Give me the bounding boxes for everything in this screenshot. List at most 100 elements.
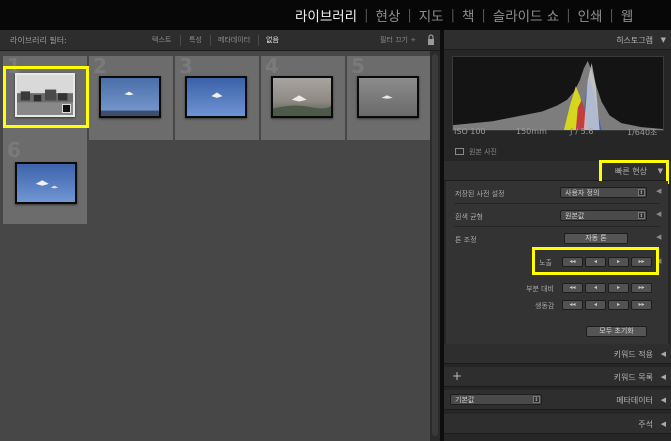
grid-cell[interactable]: 3 xyxy=(175,54,259,140)
original-photo-label: 원본 사진 xyxy=(469,148,497,156)
cell-number: 2 xyxy=(93,54,107,78)
collapse-triangle-icon[interactable]: ▼ xyxy=(661,36,666,44)
grid-cell[interactable]: 5 xyxy=(347,54,431,140)
expand-left-icon[interactable]: ◀ xyxy=(661,396,666,404)
expand-left-icon[interactable]: ◀ xyxy=(661,420,666,428)
iso-value: ISO 100 xyxy=(454,127,486,136)
keyword-list-title: 키워드 목록 xyxy=(613,373,653,382)
comments-header[interactable]: 주석 ◀ xyxy=(444,414,671,434)
module-book[interactable]: 책 xyxy=(462,5,474,25)
filter-text-button[interactable]: 텍스트 xyxy=(152,35,171,45)
saved-preset-value: 사용자 정의 xyxy=(565,189,600,197)
module-separator: | xyxy=(450,7,455,23)
module-slideshow[interactable]: 슬라이드 쇼 xyxy=(493,5,559,25)
aperture-value: ƒ / 5.6 xyxy=(570,127,594,136)
row-divider xyxy=(454,203,660,204)
vibrance-decrease-button[interactable]: ◂ xyxy=(585,300,606,310)
histogram-title: 히스토그램 xyxy=(616,36,653,45)
histogram-header[interactable]: 히스토그램 ▼ xyxy=(444,30,671,50)
grid-cell[interactable]: 6 xyxy=(3,138,87,224)
thumbnail-grid: 1 2 3 4 5 6 xyxy=(0,51,431,441)
library-filter-bar: 라이브러리 필터: 텍스트 특성 메타데이터 없음 필터 끄기 ÷ xyxy=(0,30,440,51)
filter-divider xyxy=(210,35,211,46)
grid-view: 라이브러리 필터: 텍스트 특성 메타데이터 없음 필터 끄기 ÷ 1 2 3 … xyxy=(0,30,440,441)
expand-left-icon[interactable]: ◀ xyxy=(661,350,666,358)
focal-length-value: 150mm xyxy=(516,127,547,136)
thumbnail-image[interactable] xyxy=(15,162,77,204)
module-separator: | xyxy=(481,7,486,23)
vibrance-label: 생동감 xyxy=(535,302,555,310)
filter-divider xyxy=(180,35,181,46)
filter-none-button[interactable]: 없음 xyxy=(266,35,279,45)
white-balance-dropdown[interactable]: 원본값 ⇕ xyxy=(560,210,647,221)
cell-number: 6 xyxy=(7,138,21,162)
histogram-chart xyxy=(452,56,664,131)
module-separator: | xyxy=(407,7,412,23)
module-develop[interactable]: 현상 xyxy=(376,5,401,25)
grid-scrollbar[interactable] xyxy=(430,51,440,441)
expand-left-icon[interactable]: ◀ xyxy=(656,210,661,218)
keyword-list-header[interactable]: + 키워드 목록 ◀ xyxy=(444,367,671,387)
cell-number: 3 xyxy=(179,54,193,78)
cell-number: 4 xyxy=(265,54,279,78)
module-separator: | xyxy=(364,7,369,23)
vibrance-steppers: ◂◂ ◂ ▸ ▸▸ xyxy=(562,300,652,310)
saved-preset-dropdown[interactable]: 사용자 정의 ⇕ xyxy=(560,187,647,198)
dropdown-arrow-icon: ⇕ xyxy=(533,396,540,403)
thumbnail-image[interactable] xyxy=(185,76,247,118)
filter-attribute-button[interactable]: 특성 xyxy=(189,35,202,45)
module-web[interactable]: 웹 xyxy=(621,5,633,25)
thumbnail-image[interactable] xyxy=(271,76,333,118)
module-print[interactable]: 인쇄 xyxy=(578,5,603,25)
vibrance-increase-more-button[interactable]: ▸▸ xyxy=(631,300,652,310)
filters-off-dropdown[interactable]: 필터 끄기 ÷ xyxy=(380,35,416,45)
exposure-highlight xyxy=(532,247,659,275)
thumbnail-image[interactable] xyxy=(357,76,419,118)
filter-label: 라이브러리 필터: xyxy=(10,36,67,45)
expand-left-icon[interactable]: ◀ xyxy=(656,233,661,241)
shutter-value: 1/640초 xyxy=(627,128,658,137)
white-balance-value: 원본값 xyxy=(565,212,585,220)
metadata-preset-dropdown[interactable]: 기본값 ⇕ xyxy=(450,394,542,405)
scrollbar-thumb[interactable] xyxy=(432,54,438,436)
white-balance-label: 흰색 균형 xyxy=(455,213,483,221)
tone-control-label: 톤 조정 xyxy=(455,236,477,244)
dropdown-arrow-icon: ⇕ xyxy=(638,189,645,196)
expand-left-icon[interactable]: ◀ xyxy=(656,187,661,195)
vibrance-increase-button[interactable]: ▸ xyxy=(608,300,629,310)
thumbnail-image[interactable] xyxy=(99,76,161,118)
clarity-steppers: ◂◂ ◂ ▸ ▸▸ xyxy=(562,283,652,293)
module-separator: | xyxy=(566,7,571,23)
clarity-label: 부분 대비 xyxy=(526,285,554,293)
module-map[interactable]: 지도 xyxy=(419,5,444,25)
grid-cell[interactable]: 2 xyxy=(89,54,173,140)
clarity-decrease-more-button[interactable]: ◂◂ xyxy=(562,283,583,293)
module-picker: 라이브러리 | 현상 | 지도 | 책 | 슬라이드 쇼 | 인쇄 | 웹 xyxy=(0,0,671,30)
reset-all-button[interactable]: 모두 초기화 xyxy=(586,326,647,337)
filter-divider xyxy=(258,35,259,46)
module-list: 라이브러리 | 현상 | 지도 | 책 | 슬라이드 쇼 | 인쇄 | 웹 xyxy=(291,3,671,27)
expand-left-icon[interactable]: ◀ xyxy=(661,373,666,381)
metadata-header[interactable]: 기본값 ⇕ 메타데이터 ◀ xyxy=(444,390,671,410)
right-panel: 히스토그램 ▼ ISO 100 150mm ƒ / 5.6 1/640초 원본 … xyxy=(444,30,671,441)
original-photo-checkbox[interactable] xyxy=(455,148,464,155)
lock-icon[interactable] xyxy=(427,34,435,46)
module-library[interactable]: 라이브러리 xyxy=(295,5,357,25)
dropdown-arrow-icon: ⇕ xyxy=(638,212,645,219)
keywording-header[interactable]: 키워드 적용 ◀ xyxy=(444,344,671,364)
metadata-preset-value: 기본값 xyxy=(455,396,475,404)
keywording-title: 키워드 적용 xyxy=(613,350,653,359)
selection-highlight xyxy=(3,66,89,128)
add-keyword-icon[interactable]: + xyxy=(452,369,462,383)
clarity-decrease-button[interactable]: ◂ xyxy=(585,283,606,293)
clarity-increase-more-button[interactable]: ▸▸ xyxy=(631,283,652,293)
grid-cell[interactable]: 4 xyxy=(261,54,345,140)
filter-metadata-button[interactable]: 메타데이터 xyxy=(218,35,250,45)
clarity-increase-button[interactable]: ▸ xyxy=(608,283,629,293)
saved-preset-label: 저장된 사전 설정 xyxy=(455,190,505,198)
vibrance-decrease-more-button[interactable]: ◂◂ xyxy=(562,300,583,310)
auto-tone-button[interactable]: 자동 톤 xyxy=(564,233,628,244)
module-separator: | xyxy=(609,7,614,23)
row-divider xyxy=(454,226,660,227)
metadata-title: 메타데이터 xyxy=(616,396,653,405)
